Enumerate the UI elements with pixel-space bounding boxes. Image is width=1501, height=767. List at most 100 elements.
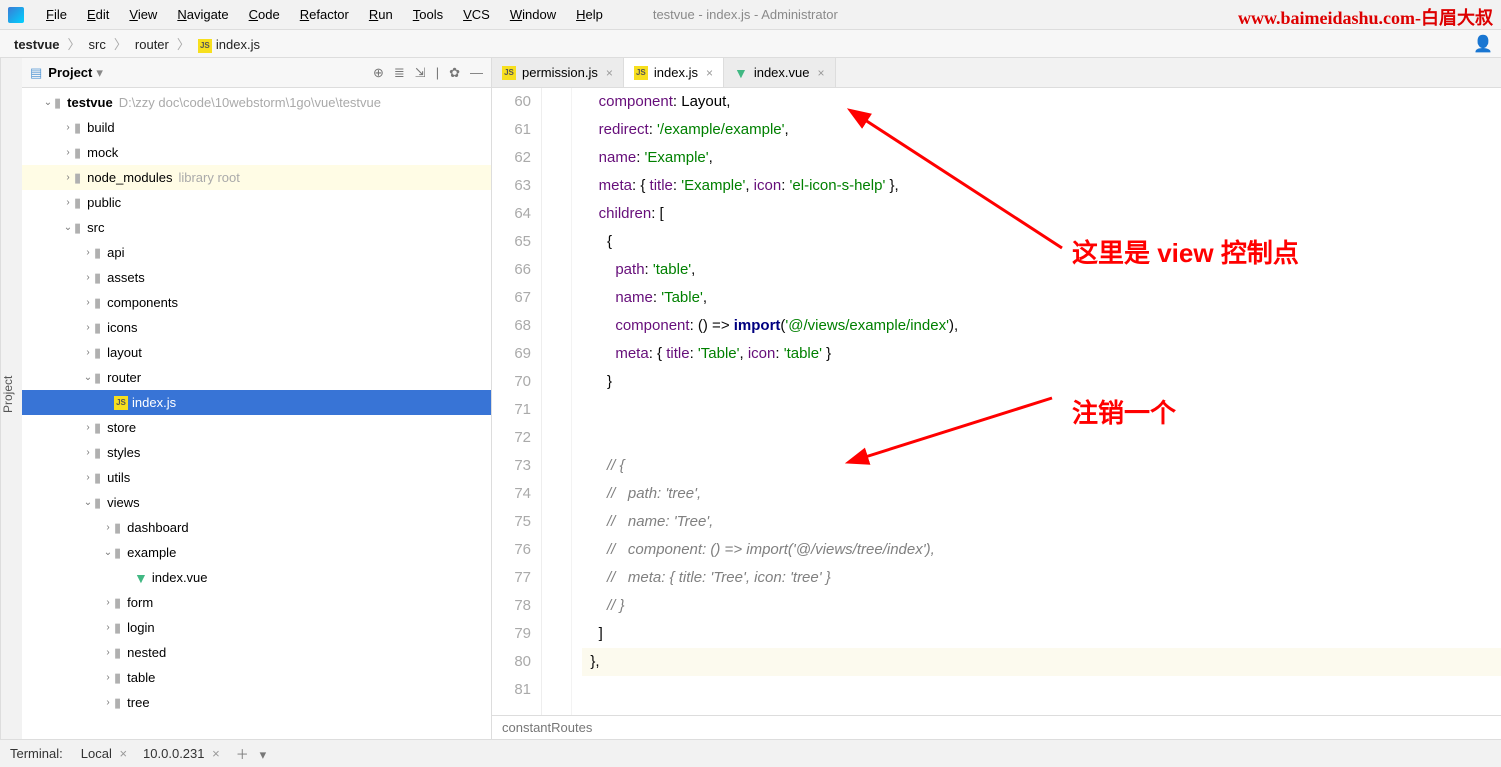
tree-arrow-icon[interactable]: › xyxy=(102,622,114,633)
tree-arrow-icon[interactable]: ⌄ xyxy=(62,222,74,233)
gear-icon[interactable]: ✿ xyxy=(449,65,460,81)
menu-vcs[interactable]: VCS xyxy=(453,3,500,26)
terminal-dropdown-icon[interactable]: ▾ xyxy=(260,747,267,762)
code-line-66[interactable]: path: 'table', xyxy=(582,256,1501,284)
tree-item-views[interactable]: ⌄▮views xyxy=(22,490,491,515)
menu-help[interactable]: Help xyxy=(566,3,613,26)
close-icon[interactable]: × xyxy=(119,746,127,761)
code-line-67[interactable]: name: 'Table', xyxy=(582,284,1501,312)
tree-item-index.vue[interactable]: ▼index.vue xyxy=(22,565,491,590)
tree-item-layout[interactable]: ›▮layout xyxy=(22,340,491,365)
fold-strip[interactable] xyxy=(542,88,572,715)
tree-arrow-icon[interactable]: › xyxy=(82,297,94,308)
code-line-75[interactable]: // name: 'Tree', xyxy=(582,508,1501,536)
breadcrumb-src[interactable]: src xyxy=(83,37,112,52)
close-icon[interactable]: × xyxy=(706,66,713,80)
menu-edit[interactable]: Edit xyxy=(77,3,119,26)
tree-item-icons[interactable]: ›▮icons xyxy=(22,315,491,340)
tree-arrow-icon[interactable]: ⌄ xyxy=(82,372,94,383)
tree-item-index.js[interactable]: JSindex.js xyxy=(22,390,491,415)
tree-item-login[interactable]: ›▮login xyxy=(22,615,491,640)
code-line-76[interactable]: // component: () => import('@/views/tree… xyxy=(582,536,1501,564)
project-type-icon[interactable]: ▤ xyxy=(30,65,42,81)
tree-arrow-icon[interactable]: › xyxy=(62,147,74,158)
code-line-61[interactable]: redirect: '/example/example', xyxy=(582,116,1501,144)
tree-item-components[interactable]: ›▮components xyxy=(22,290,491,315)
select-opened-icon[interactable]: ⊕ xyxy=(373,65,384,81)
tree-arrow-icon[interactable]: › xyxy=(102,697,114,708)
tree-arrow-icon[interactable]: › xyxy=(82,272,94,283)
tab-index.js[interactable]: JSindex.js× xyxy=(624,58,724,87)
tree-arrow-icon[interactable]: › xyxy=(82,347,94,358)
tree-item-mock[interactable]: ›▮mock xyxy=(22,140,491,165)
code-editor[interactable]: 6061626364656667686970717273747576777879… xyxy=(492,88,1501,715)
tree-arrow-icon[interactable]: › xyxy=(62,197,74,208)
tree-arrow-icon[interactable]: ⌄ xyxy=(102,547,114,558)
tree-item-src[interactable]: ⌄▮src xyxy=(22,215,491,240)
tree-item-example[interactable]: ⌄▮example xyxy=(22,540,491,565)
menu-refactor[interactable]: Refactor xyxy=(290,3,359,26)
hide-icon[interactable]: — xyxy=(470,65,483,81)
tree-arrow-icon[interactable]: › xyxy=(82,472,94,483)
tree-arrow-icon[interactable]: › xyxy=(102,672,114,683)
terminal-tab-10.0.0.231[interactable]: 10.0.0.231 × xyxy=(135,746,228,761)
tab-index.vue[interactable]: ▼index.vue× xyxy=(724,58,836,87)
tree-item-build[interactable]: ›▮build xyxy=(22,115,491,140)
tree-item-assets[interactable]: ›▮assets xyxy=(22,265,491,290)
tree-arrow-icon[interactable]: › xyxy=(102,522,114,533)
expand-all-icon[interactable]: ≣ xyxy=(394,65,405,81)
code-line-80[interactable]: }, xyxy=(582,648,1501,676)
code-line-65[interactable]: { xyxy=(582,228,1501,256)
breadcrumb-router[interactable]: router xyxy=(129,37,175,52)
code-line-72[interactable] xyxy=(582,424,1501,452)
code-line-71[interactable] xyxy=(582,396,1501,424)
code-line-60[interactable]: component: Layout, xyxy=(582,88,1501,116)
code-line-69[interactable]: meta: { title: 'Table', icon: 'table' } xyxy=(582,340,1501,368)
tree-item-public[interactable]: ›▮public xyxy=(22,190,491,215)
menu-tools[interactable]: Tools xyxy=(403,3,453,26)
project-tool-tab[interactable]: Project xyxy=(0,58,22,739)
terminal-label[interactable]: Terminal: xyxy=(10,746,63,761)
tree-item-store[interactable]: ›▮store xyxy=(22,415,491,440)
tree-item-node_modules[interactable]: ›▮node_moduleslibrary root xyxy=(22,165,491,190)
tab-permission.js[interactable]: JSpermission.js× xyxy=(492,58,624,87)
tree-item-styles[interactable]: ›▮styles xyxy=(22,440,491,465)
tree-arrow-icon[interactable]: › xyxy=(82,447,94,458)
close-icon[interactable]: × xyxy=(817,66,824,80)
code-line-77[interactable]: // meta: { title: 'Tree', icon: 'tree' } xyxy=(582,564,1501,592)
tree-item-utils[interactable]: ›▮utils xyxy=(22,465,491,490)
code-line-78[interactable]: // } xyxy=(582,592,1501,620)
tree-item-dashboard[interactable]: ›▮dashboard xyxy=(22,515,491,540)
code-line-70[interactable]: } xyxy=(582,368,1501,396)
code-content[interactable]: component: Layout, redirect: '/example/e… xyxy=(572,88,1501,715)
tree-item-router[interactable]: ⌄▮router xyxy=(22,365,491,390)
tree-arrow-icon[interactable]: › xyxy=(82,247,94,258)
tree-item-form[interactable]: ›▮form xyxy=(22,590,491,615)
menu-file[interactable]: File xyxy=(36,3,77,26)
chevron-down-icon[interactable]: ▾ xyxy=(96,65,103,81)
collapse-all-icon[interactable]: ⇲ xyxy=(415,65,426,81)
tree-item-nested[interactable]: ›▮nested xyxy=(22,640,491,665)
tree-arrow-icon[interactable]: › xyxy=(102,647,114,658)
menu-run[interactable]: Run xyxy=(359,3,403,26)
code-line-63[interactable]: meta: { title: 'Example', icon: 'el-icon… xyxy=(582,172,1501,200)
close-icon[interactable]: × xyxy=(606,66,613,80)
menu-navigate[interactable]: Navigate xyxy=(167,3,238,26)
editor-breadcrumb[interactable]: constantRoutes xyxy=(492,715,1501,739)
tree-item-api[interactable]: ›▮api xyxy=(22,240,491,265)
terminal-tab-Local[interactable]: Local × xyxy=(73,746,135,761)
tree-arrow-icon[interactable]: › xyxy=(62,172,74,183)
code-line-68[interactable]: component: () => import('@/views/example… xyxy=(582,312,1501,340)
tree-arrow-icon[interactable]: › xyxy=(62,122,74,133)
project-tree[interactable]: ⌄▮testvueD:\zzy doc\code\10webstorm\1go\… xyxy=(22,88,491,739)
terminal-add-icon[interactable]: ＋ xyxy=(236,747,249,762)
tree-item-table[interactable]: ›▮table xyxy=(22,665,491,690)
code-line-81[interactable] xyxy=(582,676,1501,704)
tree-arrow-icon[interactable]: › xyxy=(82,422,94,433)
tree-arrow-icon[interactable]: ⌄ xyxy=(42,97,54,108)
breadcrumb-index.js[interactable]: JSindex.js xyxy=(192,37,266,52)
code-line-79[interactable]: ] xyxy=(582,620,1501,648)
tree-arrow-icon[interactable]: › xyxy=(102,597,114,608)
breadcrumb-testvue[interactable]: testvue xyxy=(8,37,66,52)
menu-code[interactable]: Code xyxy=(239,3,290,26)
